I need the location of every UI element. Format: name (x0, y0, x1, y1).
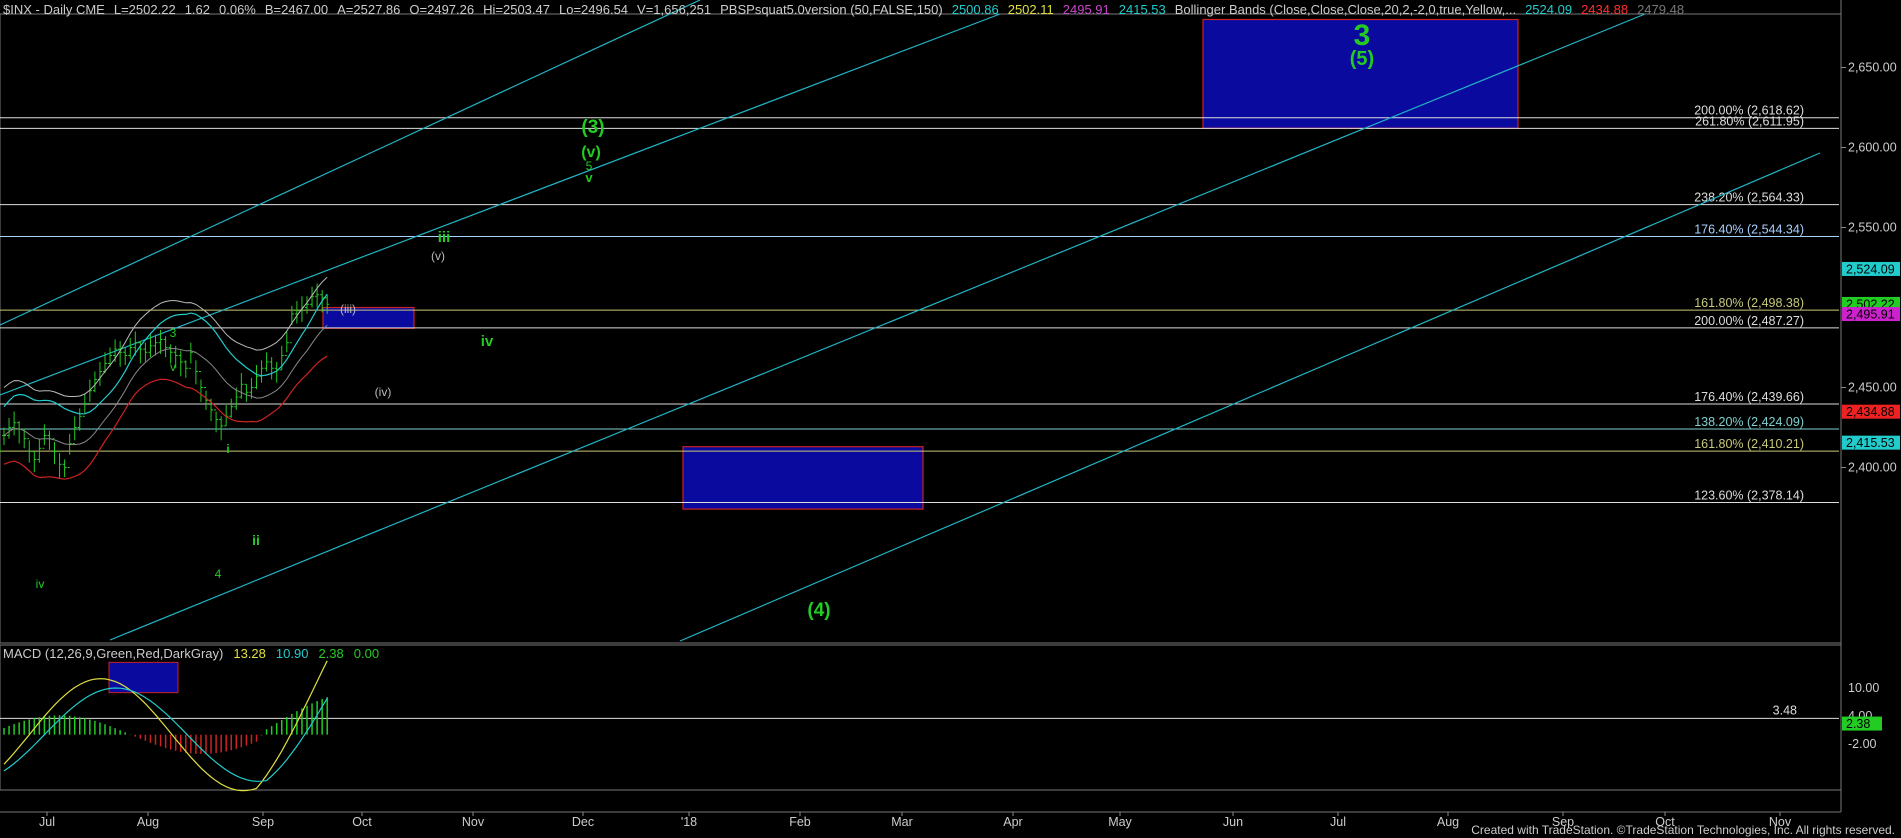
macd-value-3: 2.38 (318, 646, 344, 661)
wave-label-14: i (226, 442, 229, 456)
x-tick-label-3: Sep (252, 815, 274, 829)
price-chart[interactable]: 200.00% (2,618.62)261.80% (2,611.95)238.… (0, 0, 1901, 838)
study2-name: Bollinger Bands (Close,Close,Close,20,2,… (1174, 2, 1517, 17)
wave-label-10: iv (481, 333, 494, 350)
y-tick-label-5: 2,400.00 (1848, 461, 1897, 475)
y-tick-label-3: 2,550.00 (1848, 221, 1897, 235)
macd-badge-text: 2.38 (1846, 717, 1870, 731)
macd-value-2: 10.90 (275, 646, 309, 661)
macd-level-label: 3.48 (1773, 703, 1797, 717)
wave-label-18: i (0, 442, 1, 456)
macd-name: MACD (12,26,9,Green,Red,DarkGray) (3, 646, 224, 661)
fib-level-label-7: 176.40% (2,439.66) (1694, 390, 1804, 404)
study1-name: PBSPsquat5.0version (50,FALSE,150) (720, 2, 943, 17)
price-badge-text-1: 2,524.09 (1846, 262, 1895, 276)
fib-level-label-10: 123.60% (2,378.14) (1694, 488, 1804, 502)
wave-label-19: (4) (807, 600, 830, 621)
fib-level-label-2: 261.80% (2,611.95) (1695, 114, 1804, 128)
ask-value: A=2527.86 (337, 2, 401, 17)
main-plot-frame (0, 13, 1842, 644)
chart-header: $INX - Daily CME L=2502.22 1.62 0.06% B=… (3, 2, 1684, 17)
footer-credit: Created with TradeStation. ©TradeStation… (1471, 823, 1895, 837)
macd-plot-frame (0, 644, 1842, 791)
wave-label-13: v (170, 360, 176, 374)
macd-y-tick-1: 10.00 (1848, 681, 1879, 695)
bid-value: B=2467.00 (264, 2, 329, 17)
x-tick-label-12: Jun (1223, 815, 1243, 829)
price-badge-text-3: 2,495.91 (1846, 308, 1895, 322)
wave-iv-target-box (322, 306, 415, 329)
macd-value-1: 13.28 (233, 646, 266, 661)
wave-label-15: ii (252, 532, 260, 548)
price-badge-text-5: 2,415.53 (1846, 436, 1895, 450)
macd-value-4: 0.00 (353, 646, 380, 661)
fib-level-label-3: 238.20% (2,564.33) (1694, 191, 1804, 205)
wave-4-target-box (682, 446, 924, 510)
x-tick-label-4: Oct (352, 815, 372, 829)
x-tick-label-2: Aug (137, 815, 159, 829)
x-tick-label-1: Jul (39, 815, 55, 829)
study2-value-1: 2524.09 (1525, 2, 1573, 17)
y-tick-label-1: 2,650.00 (1848, 61, 1897, 75)
fib-level-label-4: 176.40% (2,544.34) (1694, 223, 1804, 237)
price-badge-text-4: 2,434.88 (1846, 405, 1895, 419)
change-percent: 0.06% (219, 2, 256, 17)
wave-label-2: (5) (1350, 48, 1374, 70)
x-tick-label-7: '18 (681, 815, 697, 829)
wave-label-7: iii (438, 229, 451, 246)
x-tick-label-6: Dec (572, 815, 594, 829)
open-value: O=2497.26 (409, 2, 475, 17)
wave-label-17: iv (36, 577, 45, 591)
wave-label-8: (v) (431, 249, 445, 263)
volume-value: V=1,656,251 (637, 2, 712, 17)
x-tick-label-13: Jul (1330, 815, 1346, 829)
last-price: L=2502.22 (113, 2, 176, 17)
fib-level-label-6: 200.00% (2,487.27) (1694, 314, 1804, 328)
wave-label-11: (iv) (375, 385, 392, 399)
fib-level-label-5: 161.80% (2,498.38) (1694, 296, 1804, 310)
x-tick-label-14: Aug (1437, 815, 1459, 829)
macd-y-tick-3: -2.00 (1848, 737, 1877, 751)
wave-label-16: 4 (215, 567, 222, 581)
study2-value-2: 2434.88 (1581, 2, 1629, 17)
x-tick-label-10: Apr (1003, 815, 1022, 829)
y-tick-label-4: 2,450.00 (1848, 381, 1897, 395)
low-value: Lo=2496.54 (558, 2, 629, 17)
high-value: Hi=2503.47 (483, 2, 550, 17)
x-tick-label-9: Mar (891, 815, 913, 829)
fib-level-label-8: 138.20% (2,424.09) (1694, 415, 1804, 429)
x-tick-label-11: May (1108, 815, 1132, 829)
wave-label-9: (iii) (340, 302, 356, 316)
study2-value-3: 2479.48 (1637, 2, 1685, 17)
fib-level-label-9: 161.80% (2,410.21) (1694, 437, 1804, 451)
wave-label-12: 3 (170, 326, 177, 340)
study1-value-2: 2502.11 (1007, 2, 1054, 17)
x-tick-label-5: Nov (462, 815, 485, 829)
change-value: 1.62 (184, 2, 210, 17)
y-tick-label-2: 2,600.00 (1848, 141, 1897, 155)
wave-label-6: v (585, 170, 593, 185)
wave-label-3: (3) (581, 117, 604, 138)
macd-header: MACD (12,26,9,Green,Red,DarkGray) 13.28 … (3, 646, 379, 661)
study1-value-1: 2500.86 (951, 2, 999, 17)
x-tick-label-8: Feb (789, 815, 811, 829)
study1-value-3: 2495.91 (1062, 2, 1110, 17)
symbol-label: $INX - Daily CME (3, 2, 105, 17)
study1-value-4: 2415.53 (1118, 2, 1166, 17)
